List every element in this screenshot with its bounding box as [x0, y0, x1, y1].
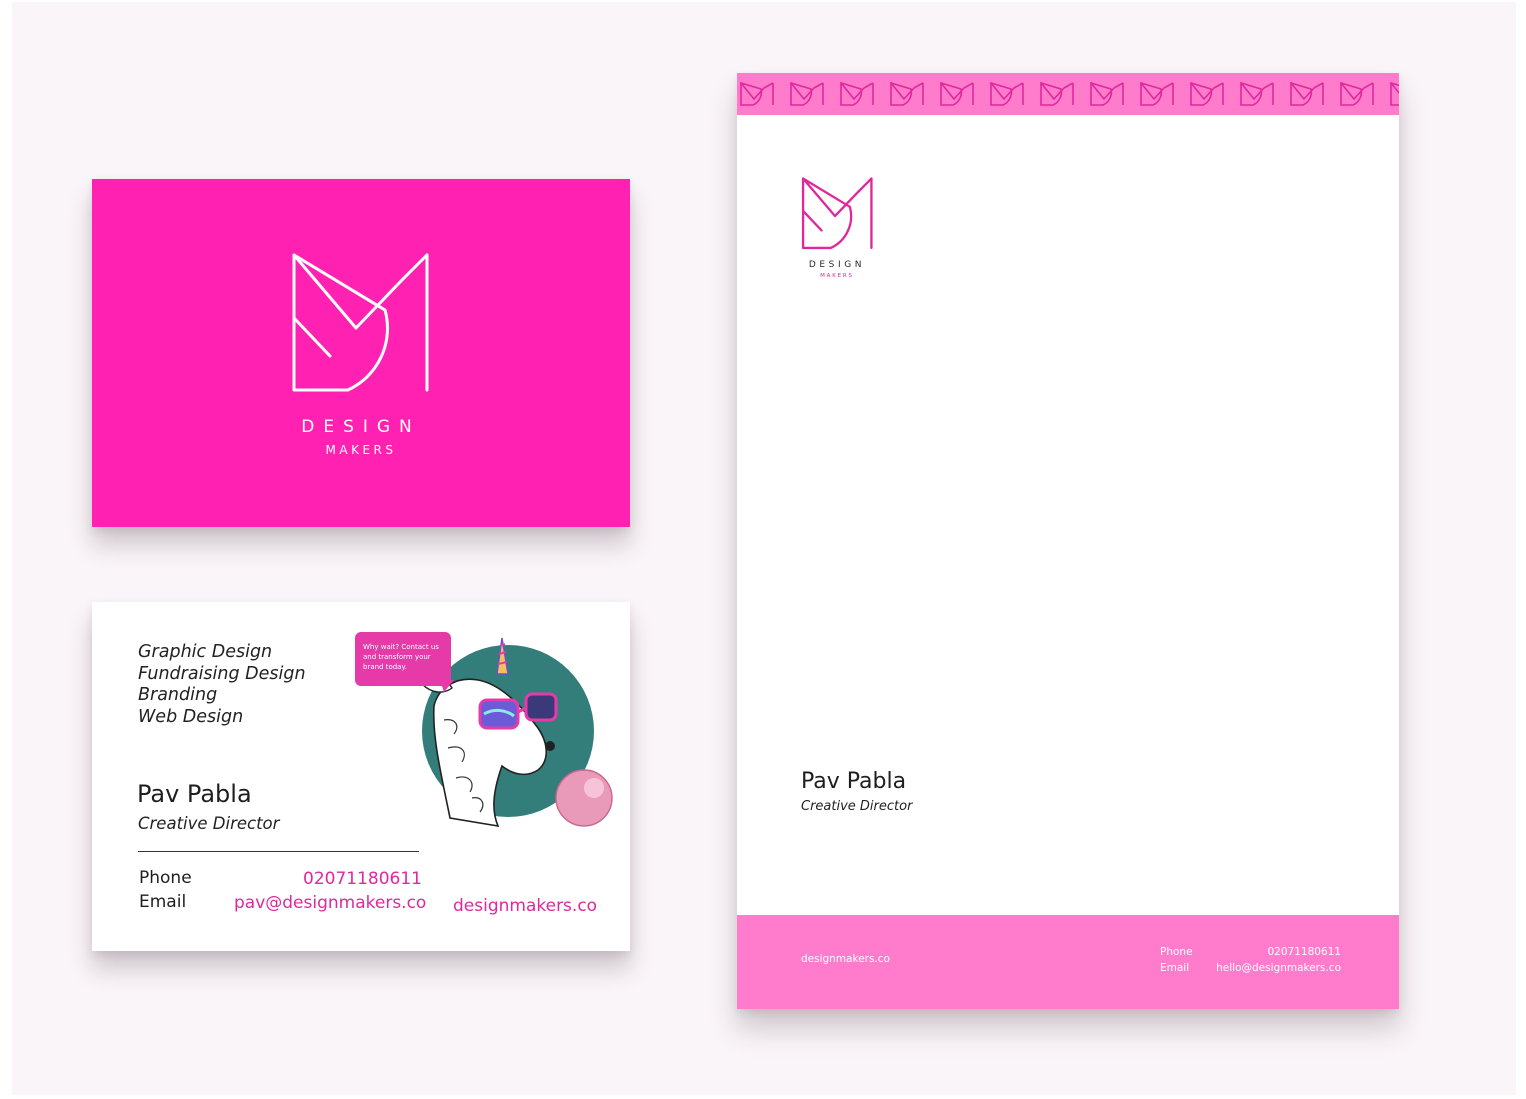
speech-bubble: Why wait? Contact us and transform your …	[355, 632, 451, 686]
speech-bubble-tail-icon	[440, 680, 454, 692]
dm-logo-icon	[801, 177, 873, 250]
email-link[interactable]: pav@designmakers.co	[234, 893, 426, 913]
website-link[interactable]: designmakers.co	[453, 896, 597, 916]
letterhead-page: DESIGN MAKERS Pav Pabla Creative Directo…	[737, 73, 1399, 1009]
service-item: Graphic Design	[138, 642, 273, 662]
letterhead-makers-text: MAKERS	[820, 273, 854, 279]
phone-label: Phone	[139, 868, 192, 888]
email-label: Email	[139, 892, 187, 912]
card-person-role: Creative Director	[138, 814, 280, 833]
brand-design-text: DESIGN	[301, 417, 421, 437]
footer-phone-label: Phone	[1160, 946, 1193, 958]
logo-pattern-band	[737, 73, 1399, 115]
service-item: Web Design	[138, 706, 244, 727]
phone-value[interactable]: 02071180611	[303, 869, 422, 889]
brand-makers-text: MAKERS	[325, 443, 397, 457]
footer-email-label: Email	[1160, 962, 1190, 974]
dm-logo-icon	[292, 253, 429, 392]
divider	[138, 851, 419, 852]
letterhead-person-role: Creative Director	[801, 799, 913, 814]
services-list: Graphic Design Fundraising Design Brandi…	[138, 642, 306, 728]
service-item: Branding	[138, 685, 218, 705]
footer-phone-value[interactable]: 02071180611	[1268, 946, 1342, 958]
letterhead-design-text: DESIGN	[808, 260, 866, 270]
letterhead-person-name: Pav Pabla	[801, 769, 907, 794]
footer-email-link[interactable]: hello@designmakers.co	[1216, 962, 1341, 974]
service-item: Fundraising Design	[138, 663, 306, 684]
footer-website-link[interactable]: designmakers.co	[801, 953, 890, 965]
card-person-name: Pav Pabla	[137, 780, 252, 808]
letterhead-footer: designmakers.co Phone Email 02071180611 …	[737, 915, 1399, 1009]
